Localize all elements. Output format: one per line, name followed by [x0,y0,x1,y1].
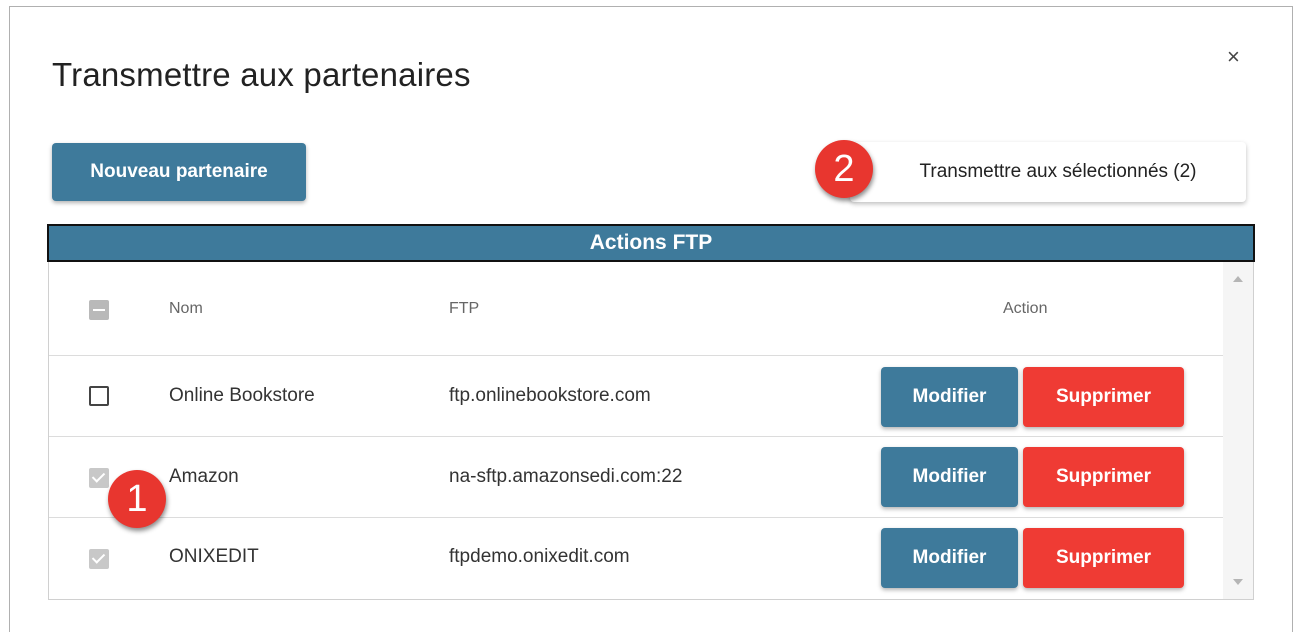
partner-ftp: na-sftp.amazonsedi.com:22 [449,466,683,487]
annotation-badge-2: 2 [815,140,873,198]
edit-button[interactable]: Modifier [881,528,1018,588]
partners-table: Nom FTP Action Online Bookstore ftp.onli… [48,262,1254,600]
row-checkbox[interactable] [89,386,109,406]
ftp-actions-header: Actions FTP [47,224,1255,262]
partner-name: ONIXEDIT [169,546,259,567]
close-icon[interactable]: × [1227,46,1240,68]
delete-button[interactable]: Supprimer [1023,447,1184,507]
table-row: ONIXEDIT ftpdemo.onixedit.com Modifier S… [49,518,1223,599]
partner-ftp: ftp.onlinebookstore.com [449,385,651,406]
dialog-title: Transmettre aux partenaires [52,56,471,93]
scroll-down-icon[interactable] [1233,579,1243,585]
table-header-row: Nom FTP Action [49,262,1223,356]
column-header-action: Action [1003,300,1048,317]
send-selected-button[interactable]: Transmettre aux sélectionnés (2) [850,142,1246,202]
annotation-badge-1: 1 [108,470,166,528]
row-checkbox[interactable] [89,468,109,488]
partner-name: Amazon [169,466,239,487]
table-row: Amazon na-sftp.amazonsedi.com:22 Modifie… [49,437,1223,518]
edit-button[interactable]: Modifier [881,447,1018,507]
partner-name: Online Bookstore [169,385,315,406]
delete-button[interactable]: Supprimer [1023,367,1184,427]
edit-button[interactable]: Modifier [881,367,1018,427]
select-all-checkbox[interactable] [89,300,109,320]
row-checkbox[interactable] [89,549,109,569]
column-header-name: Nom [169,300,203,317]
table-scrollbar[interactable] [1223,262,1253,599]
table-row: Online Bookstore ftp.onlinebookstore.com… [49,356,1223,437]
new-partner-button[interactable]: Nouveau partenaire [52,143,306,201]
delete-button[interactable]: Supprimer [1023,528,1184,588]
column-header-ftp: FTP [449,300,480,317]
partner-ftp: ftpdemo.onixedit.com [449,546,630,567]
scroll-up-icon[interactable] [1233,276,1243,282]
